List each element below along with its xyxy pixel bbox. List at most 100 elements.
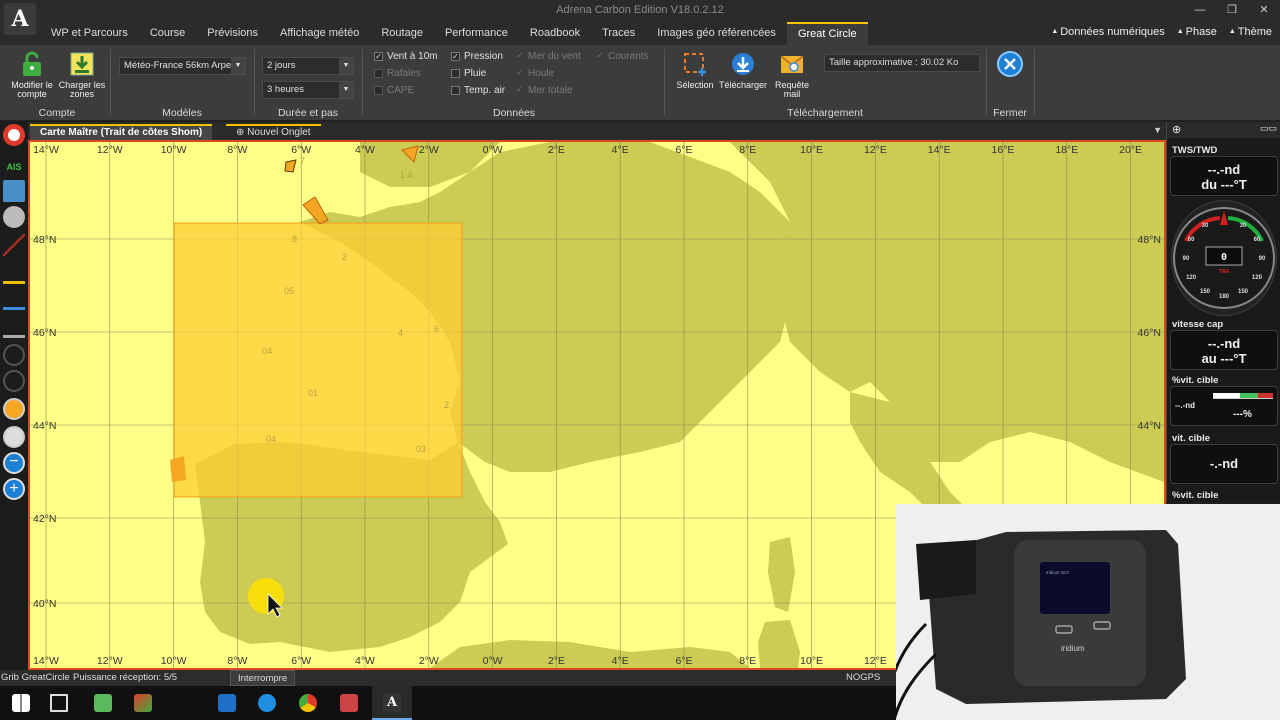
gauge-tick-label: 30 xyxy=(1240,223,1247,229)
track-icon[interactable] xyxy=(3,316,25,338)
lat-label-left: 42°N xyxy=(33,513,56,525)
lat-label-right: 44°N xyxy=(1138,420,1161,432)
checkbox-mer-du-vent[interactable]: ✓ Mer du vent xyxy=(515,51,581,62)
gauge-tick-label: 30 xyxy=(1202,223,1209,229)
checkbox-courants[interactable]: ✓ Courants xyxy=(595,51,648,62)
app-icon[interactable] xyxy=(340,694,358,712)
tab-traces[interactable]: Traces xyxy=(591,22,646,45)
close-great-circle-button[interactable] xyxy=(986,49,1034,83)
tab-roadbook[interactable]: Roadbook xyxy=(519,22,591,45)
tab-course[interactable]: Course xyxy=(139,22,196,45)
tab-carte-maitre[interactable]: Carte Maître (Trait de côtes Shom) xyxy=(30,124,213,140)
menu-phase[interactable]: Phase xyxy=(1177,26,1217,38)
svg-text:TWA: TWA xyxy=(1218,269,1229,275)
minimize-button[interactable]: — xyxy=(1184,0,1216,20)
padlock-icon xyxy=(19,51,45,77)
menu-theme[interactable]: Thème xyxy=(1229,26,1272,38)
zoom-in-icon[interactable]: + xyxy=(3,478,25,500)
lat-label-right: 48°N xyxy=(1138,234,1161,246)
compass-icon[interactable] xyxy=(3,398,25,420)
right-menus: Données numériques Phase Thème xyxy=(1051,26,1272,38)
zoom-out-icon[interactable]: − xyxy=(3,452,25,474)
tab-routage[interactable]: Routage xyxy=(370,22,434,45)
checkbox-mer-totale[interactable]: ✓ Mer totale xyxy=(515,85,572,96)
model-select[interactable]: Météo-France 56km Arpege ▼ xyxy=(119,57,246,75)
adobe-icon[interactable] xyxy=(134,694,152,712)
download-button[interactable]: Télécharger xyxy=(719,51,767,90)
mail-request-button[interactable]: Requête mail xyxy=(768,51,816,99)
task-view-icon[interactable] xyxy=(50,694,68,712)
group-donnees-label: Données xyxy=(492,107,536,119)
outlook-icon[interactable] xyxy=(218,694,236,712)
load-zones-button[interactable]: Charger les zones xyxy=(58,51,106,99)
adrena-taskbar-button[interactable]: A xyxy=(372,686,412,720)
lon-label-top: 2°W xyxy=(419,144,439,156)
lon-label-bottom: 6°W xyxy=(291,655,311,667)
chrome-icon[interactable] xyxy=(299,694,317,712)
waypoint-icon[interactable] xyxy=(3,288,25,310)
checkbox-pression[interactable]: ✓ Pression xyxy=(451,51,503,62)
menu-donnees-numeriques[interactable]: Données numériques xyxy=(1051,26,1165,38)
zoom-area-icon[interactable] xyxy=(3,426,25,448)
checkbox-houle[interactable]: ✓ Houle xyxy=(515,68,554,79)
checkbox-temp-air[interactable]: Temp. air xyxy=(451,85,505,96)
tab-previsions[interactable]: Prévisions xyxy=(196,22,269,45)
maximize-button[interactable]: ❐ xyxy=(1216,0,1248,20)
checkbox-vent[interactable]: ✓ Vent à 10m xyxy=(374,51,438,62)
checkbox-cape[interactable]: CAPE xyxy=(374,85,414,96)
selection-icon xyxy=(682,51,708,77)
lat-label-left: 44°N xyxy=(33,420,56,432)
panel-header: ⊕ ▭▭ xyxy=(1167,122,1280,138)
download-zones-icon xyxy=(69,51,95,77)
gauge-dial: 0 TWA 30 60 90 120 150 180 150 120 90 60 30 xyxy=(1173,207,1275,309)
svg-text:iridium: iridium xyxy=(1061,644,1085,653)
modify-account-button[interactable]: Modifier le compte xyxy=(8,51,56,99)
isobar-label: 03 xyxy=(416,444,426,454)
tab-nouvel-onglet[interactable]: ⊕ Nouvel Onglet xyxy=(226,124,321,140)
add-instrument-icon[interactable]: ⊕ xyxy=(1172,123,1181,136)
tab-great-circle[interactable]: Great Circle xyxy=(786,22,868,45)
lon-label-bottom: 10°E xyxy=(800,655,823,667)
tab-affichage-meteo[interactable]: Affichage météo xyxy=(269,22,370,45)
pct-vit-cible-display: --.-nd ---% xyxy=(1170,386,1278,426)
checkmark-icon: ✓ xyxy=(596,51,603,60)
selection-button[interactable]: Sélection xyxy=(671,51,719,90)
pct-vit-cible-title-2: %vit. cible xyxy=(1172,490,1219,501)
vit-cible-title: vit. cible xyxy=(1172,433,1211,444)
fan-icon[interactable] xyxy=(3,206,25,228)
step-select[interactable]: 3 heures ▼ xyxy=(262,81,354,99)
isobar-label: 8 xyxy=(292,234,297,244)
iridium-device-image: Iridium GO! iridium xyxy=(896,504,1280,720)
interrupt-button[interactable]: Interrompre xyxy=(230,670,296,686)
latitude-labels-left: 48°N 46°N 44°N 42°N 40°N xyxy=(33,234,56,610)
checkmark-icon: ✓ xyxy=(374,52,383,61)
checkmark-icon: ✓ xyxy=(451,52,460,61)
ribbon-great-circle: Modifier le compte Charger les zones Com… xyxy=(0,45,1280,121)
disabled-tool-icon[interactable] xyxy=(3,370,25,392)
windows-icon[interactable] xyxy=(12,694,30,712)
ais-button[interactable]: AIS xyxy=(3,152,25,174)
lon-label-top: 18°E xyxy=(1055,144,1078,156)
weather-map-icon[interactable] xyxy=(3,180,25,202)
disabled-tool-icon[interactable] xyxy=(3,344,25,366)
tab-images-geo[interactable]: Images géo référencées xyxy=(646,22,787,45)
chevron-down-icon[interactable]: ▼ xyxy=(1153,125,1162,135)
group-compte-label: Compte xyxy=(38,107,76,119)
checkbox-pluie[interactable]: Pluie xyxy=(451,68,486,79)
tab-wp-parcours[interactable]: WP et Parcours xyxy=(40,22,139,45)
close-window-button[interactable]: ✕ xyxy=(1248,0,1280,20)
tab-performance[interactable]: Performance xyxy=(434,22,519,45)
wind-angle-gauge: 0 TWA 30 60 90 120 150 180 150 120 90 60 30 xyxy=(1171,200,1277,316)
route-icon[interactable] xyxy=(3,234,25,256)
lon-label-bottom: 10°W xyxy=(161,655,187,667)
panel-menu-icon[interactable]: ▭▭ xyxy=(1260,123,1277,134)
duration-select[interactable]: 2 jours ▼ xyxy=(262,57,354,75)
race-icon[interactable] xyxy=(3,262,25,284)
teamviewer-icon[interactable] xyxy=(258,694,276,712)
lon-label-bottom: 8°E xyxy=(739,655,756,667)
lifebuoy-icon[interactable] xyxy=(3,124,25,146)
checkbox-rafales[interactable]: Rafales xyxy=(374,68,421,79)
file-icon[interactable] xyxy=(94,694,112,712)
lon-label-top: 6°W xyxy=(291,144,311,156)
group-fermer-label: Fermer xyxy=(993,107,1027,119)
